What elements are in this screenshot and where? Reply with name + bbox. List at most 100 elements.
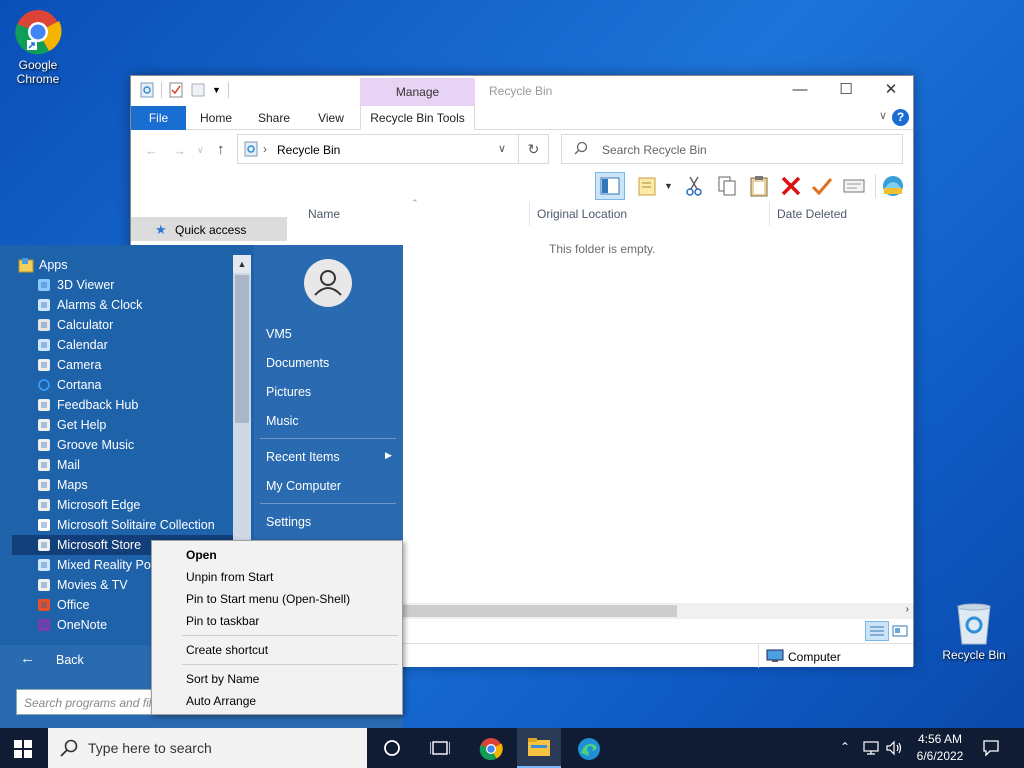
app-item[interactable]: Feedback Hub <box>36 395 236 415</box>
paste-icon[interactable] <box>747 174 771 198</box>
checkmark-icon[interactable] <box>810 174 834 198</box>
folder-options-icon[interactable] <box>636 174 660 198</box>
app-item[interactable]: Calculator <box>36 315 236 335</box>
start-settings[interactable]: Settings <box>266 515 311 529</box>
start-recent-items[interactable]: Recent Items <box>266 450 340 464</box>
cut-icon[interactable] <box>682 174 706 198</box>
start-documents[interactable]: Documents <box>266 356 329 370</box>
start-pictures[interactable]: Pictures <box>266 385 311 399</box>
context-menu-create-shortcut[interactable]: Create shortcut <box>186 643 268 657</box>
forward-arrow-icon[interactable]: → <box>173 143 186 158</box>
cortana-icon <box>36 377 52 393</box>
large-icons-view-icon[interactable] <box>891 623 909 639</box>
file-explorer-taskbar-button[interactable] <box>517 728 561 768</box>
ribbon-expand-icon[interactable]: ∨ <box>879 109 887 122</box>
app-item[interactable]: Calendar <box>36 335 236 355</box>
apps-scrollbar[interactable]: ▲ <box>233 255 251 545</box>
desktop-icon-label: Google Chrome <box>16 58 60 86</box>
tray-overflow-icon[interactable]: ⌃ <box>840 740 850 754</box>
minimize-button[interactable]: — <box>777 76 823 106</box>
refresh-button[interactable]: ↻ <box>519 134 549 164</box>
tab-file[interactable]: File <box>131 106 186 130</box>
preview-pane-icon[interactable] <box>595 172 625 200</box>
maps-icon <box>36 477 52 493</box>
help-icon[interactable]: ? <box>892 109 909 126</box>
recent-dropdown-icon[interactable]: ∨ <box>197 145 204 156</box>
app-item[interactable]: Groove Music <box>36 435 236 455</box>
column-name[interactable]: Name <box>308 207 340 221</box>
context-menu-unpin[interactable]: Unpin from Start <box>186 570 273 584</box>
context-menu-pin-start[interactable]: Pin to Start menu (Open-Shell) <box>186 592 350 606</box>
app-label: Microsoft Store <box>57 538 142 552</box>
clock-time[interactable]: 4:56 AM <box>914 732 966 746</box>
up-arrow-icon[interactable]: ↑ <box>217 141 225 158</box>
scroll-up-icon[interactable]: ▲ <box>233 255 251 273</box>
app-item[interactable]: Mail <box>36 455 236 475</box>
chrome-taskbar-icon[interactable] <box>479 737 503 764</box>
tab-view[interactable]: View <box>306 106 356 130</box>
notification-center-icon[interactable] <box>982 739 1000 760</box>
shell-logo-icon[interactable] <box>881 174 905 198</box>
search-box[interactable]: Search Recycle Bin <box>561 134 903 164</box>
empty-folder-message: This folder is empty. <box>549 242 656 256</box>
app-item[interactable]: Maps <box>36 475 236 495</box>
quick-access-item[interactable]: ★ Quick access <box>131 217 287 241</box>
app-item[interactable]: Camera <box>36 355 236 375</box>
properties-window-icon[interactable] <box>842 174 866 198</box>
edge-taskbar-icon[interactable] <box>577 737 601 764</box>
office-icon <box>36 597 52 613</box>
app-item[interactable]: 3D Viewer <box>36 275 236 295</box>
network-icon[interactable] <box>862 740 880 759</box>
user-avatar[interactable] <box>304 259 352 307</box>
windows-start-icon[interactable] <box>14 740 32 761</box>
tab-recycle-bin-tools[interactable]: Recycle Bin Tools <box>360 106 475 130</box>
app-label: Mail <box>57 458 80 472</box>
close-button[interactable]: ✕ <box>868 76 914 106</box>
app-label: Alarms & Clock <box>57 298 143 312</box>
back-arrow-icon[interactable]: ← <box>145 143 158 158</box>
details-view-icon[interactable] <box>865 621 889 641</box>
new-folder-icon[interactable] <box>190 82 206 98</box>
app-item[interactable]: Cortana <box>36 375 236 395</box>
address-dropdown-icon[interactable]: ∨ <box>498 142 506 155</box>
views-dropdown-icon[interactable]: ▼ <box>664 174 674 198</box>
app-item[interactable]: Get Help <box>36 415 236 435</box>
taskbar-search-box[interactable]: Type here to search <box>48 728 367 768</box>
horizontal-scrollbar[interactable]: › <box>403 603 913 619</box>
volume-icon[interactable] <box>885 740 903 759</box>
app-label: Maps <box>57 478 88 492</box>
address-bar[interactable]: › Recycle Bin ∨ <box>237 134 519 164</box>
desktop-icon-recycle-bin[interactable]: Recycle Bin <box>938 602 1010 662</box>
task-view-icon[interactable] <box>429 739 451 760</box>
start-music[interactable]: Music <box>266 414 299 428</box>
context-menu-sort-by-name[interactable]: Sort by Name <box>186 672 259 686</box>
apps-header[interactable]: Apps <box>18 255 218 275</box>
tab-home[interactable]: Home <box>191 106 241 130</box>
tab-share[interactable]: Share <box>249 106 299 130</box>
scrollbar-thumb[interactable] <box>235 275 249 423</box>
properties-icon[interactable] <box>168 82 184 98</box>
context-menu-open[interactable]: Open <box>186 548 217 562</box>
app-item[interactable]: Alarms & Clock <box>36 295 236 315</box>
scrollbar-thumb[interactable] <box>403 605 677 617</box>
delete-icon[interactable] <box>779 174 803 198</box>
qat-dropdown-icon[interactable]: ▼ <box>212 82 222 98</box>
context-menu-pin-taskbar[interactable]: Pin to taskbar <box>186 614 259 628</box>
context-menu-auto-arrange[interactable]: Auto Arrange <box>186 694 256 708</box>
start-my-computer[interactable]: My Computer <box>266 479 341 493</box>
maximize-button[interactable]: ☐ <box>823 76 869 106</box>
manage-tab[interactable]: Manage <box>360 78 475 106</box>
start-search-input[interactable]: Search programs and file <box>16 689 166 715</box>
copy-icon[interactable] <box>715 174 739 198</box>
cube-icon <box>36 277 52 293</box>
scroll-right-icon[interactable]: › <box>906 604 909 615</box>
start-user-name[interactable]: VM5 <box>266 327 292 341</box>
app-label: Feedback Hub <box>57 398 139 412</box>
app-item[interactable]: Microsoft Solitaire Collection <box>36 515 236 535</box>
desktop-icon-chrome[interactable]: Google Chrome <box>2 8 74 86</box>
app-item[interactable]: Microsoft Edge <box>36 495 236 515</box>
column-date-deleted[interactable]: Date Deleted <box>777 207 847 221</box>
clock-date[interactable]: 6/6/2022 <box>914 749 966 763</box>
cortana-icon[interactable] <box>383 739 401 760</box>
column-original-location[interactable]: Original Location <box>537 207 627 221</box>
